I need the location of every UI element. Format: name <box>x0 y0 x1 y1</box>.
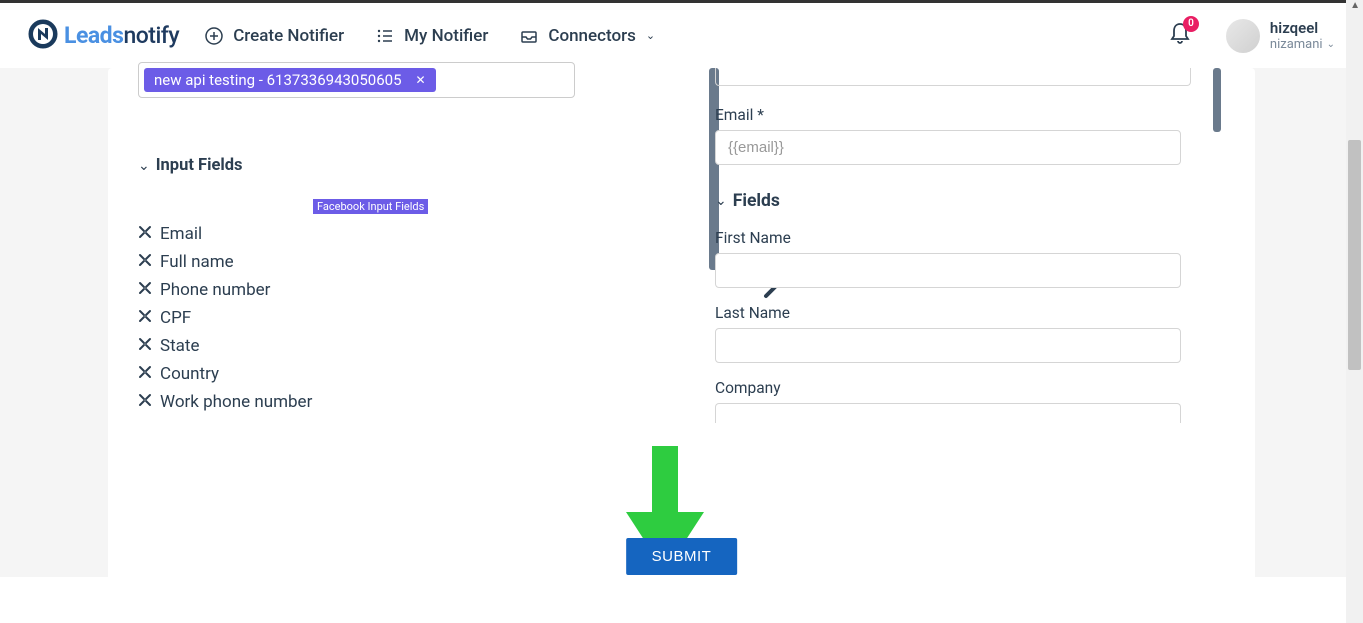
facebook-fields-badge: Facebook Input Fields <box>313 199 428 214</box>
field-item[interactable]: Email <box>138 224 628 244</box>
company-label: Company <box>715 379 1225 397</box>
logo-text: Leadsnotify <box>64 22 179 49</box>
section-title: Input Fields <box>156 156 243 175</box>
right-panel: Email * ⌄ Fields First Name Last Name Co… <box>715 68 1225 423</box>
scroll-thumb[interactable] <box>1348 140 1361 370</box>
main-nav: Create Notifier My Notifier Connectors ⌄ <box>205 26 655 46</box>
field-label: Country <box>160 364 219 384</box>
selected-tag: new api testing - 6137336943050605 ✕ <box>144 68 436 92</box>
input-partial[interactable] <box>715 68 1191 86</box>
inbox-icon <box>520 27 538 45</box>
list-icon <box>376 27 394 45</box>
content-area: new api testing - 6137336943050605 ✕ ⌄ I… <box>0 68 1363 623</box>
chevron-down-icon: ⌄ <box>646 29 655 42</box>
drag-icon <box>138 252 152 272</box>
nav-my-notifier[interactable]: My Notifier <box>376 26 488 46</box>
tag-label: new api testing - 6137336943050605 <box>154 71 402 89</box>
scroll-up-icon[interactable]: ▲ <box>1350 0 1360 11</box>
firstname-input[interactable] <box>715 253 1181 288</box>
form-field-company: Company <box>715 379 1225 423</box>
user-role: nizamani ⌄ <box>1270 37 1335 52</box>
logo[interactable]: Leadsnotify <box>28 19 179 53</box>
company-input[interactable] <box>715 403 1181 423</box>
tag-select[interactable]: new api testing - 6137336943050605 ✕ <box>138 62 575 98</box>
nav-item-label: My Notifier <box>404 26 488 46</box>
nav-create-notifier[interactable]: Create Notifier <box>205 26 344 46</box>
field-item[interactable]: Country <box>138 364 628 384</box>
fields-header[interactable]: ⌄ Fields <box>715 191 1225 211</box>
field-item[interactable]: Phone number <box>138 280 628 300</box>
close-icon[interactable]: ✕ <box>416 73 426 87</box>
submit-button[interactable]: SUBMIT <box>626 538 738 575</box>
email-label: Email * <box>715 106 1225 124</box>
field-label: CPF <box>160 308 191 328</box>
field-label: Full name <box>160 252 234 272</box>
nav-connectors[interactable]: Connectors ⌄ <box>520 26 655 46</box>
email-input[interactable] <box>715 130 1181 165</box>
fields-section-title: Fields <box>733 191 780 211</box>
lastname-input[interactable] <box>715 328 1181 363</box>
field-item[interactable]: Full name <box>138 252 628 272</box>
nav-item-label: Connectors <box>548 26 636 46</box>
app-header: Leadsnotify Create Notifier My Notifier … <box>0 3 1363 68</box>
plus-circle-icon <box>205 27 223 45</box>
footer-strip <box>0 577 1363 623</box>
input-fields-list: Email Full name Phone number CPF State <box>138 224 628 412</box>
user-text: hizqeel nizamani ⌄ <box>1270 19 1335 52</box>
header-right: 0 hizqeel nizamani ⌄ <box>1170 19 1335 53</box>
bell-icon <box>1170 31 1190 50</box>
notifications-badge: 0 <box>1183 16 1199 32</box>
user-name: hizqeel <box>1270 19 1335 37</box>
drag-icon <box>138 280 152 300</box>
firstname-label: First Name <box>715 229 1225 247</box>
chevron-down-icon: ⌄ <box>138 158 150 174</box>
field-label: Work phone number <box>160 392 312 412</box>
drag-icon <box>138 308 152 328</box>
field-label: Phone number <box>160 280 270 300</box>
nav-item-label: Create Notifier <box>233 26 344 46</box>
drag-icon <box>138 336 152 356</box>
field-label: State <box>160 336 199 356</box>
form-field-email: Email * <box>715 106 1225 165</box>
chevron-down-icon: ⌄ <box>715 193 727 209</box>
field-label: Email <box>160 224 202 244</box>
logo-icon <box>28 19 58 53</box>
chevron-down-icon: ⌄ <box>1327 39 1335 50</box>
drag-icon <box>138 364 152 384</box>
avatar <box>1226 19 1260 53</box>
browser-scrollbar[interactable]: ▲ <box>1346 0 1363 623</box>
notifications-button[interactable]: 0 <box>1170 22 1190 50</box>
field-item[interactable]: State <box>138 336 628 356</box>
field-item[interactable]: CPF <box>138 308 628 328</box>
drag-icon <box>138 224 152 244</box>
form-field-firstname: First Name <box>715 229 1225 288</box>
form-field-lastname: Last Name <box>715 304 1225 363</box>
lastname-label: Last Name <box>715 304 1225 322</box>
left-panel: new api testing - 6137336943050605 ✕ ⌄ I… <box>138 68 628 412</box>
field-item[interactable]: Work phone number <box>138 392 628 412</box>
drag-icon <box>138 392 152 412</box>
input-fields-header[interactable]: ⌄ Input Fields <box>138 156 628 175</box>
user-menu[interactable]: hizqeel nizamani ⌄ <box>1226 19 1335 53</box>
